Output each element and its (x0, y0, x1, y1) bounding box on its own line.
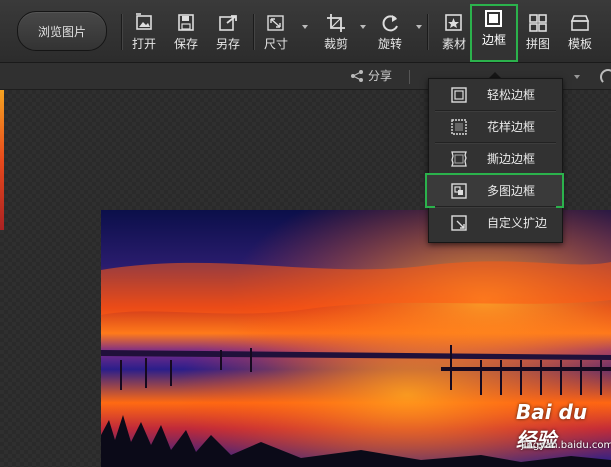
border-dropdown-menu: 轻松边框 花样边框 撕边边框 多图边框 自定义扩边 (425, 78, 564, 243)
tool-label: 模板 (567, 37, 592, 51)
menu-item-multi-photo-border[interactable]: 多图边框 (425, 173, 564, 208)
tool-label: 裁剪 (323, 37, 348, 51)
watermark-url: jingyan.baidu.com (521, 440, 611, 451)
subbar-dropdown-arrow[interactable] (574, 75, 580, 79)
pattern-border-icon (451, 118, 467, 135)
collage-button[interactable]: 拼图 (518, 10, 558, 56)
browse-images-button[interactable]: 浏览图片 (17, 11, 107, 51)
save-as-button[interactable]: 另存 (208, 10, 248, 56)
rotate-button[interactable]: 旋转 (370, 10, 410, 56)
crop-button[interactable]: 裁剪 (316, 10, 356, 56)
share-icon (351, 69, 363, 82)
adjacent-image-strip (0, 90, 4, 230)
menu-item-label: 花样边框 (487, 120, 536, 134)
redo-icon[interactable] (600, 69, 611, 85)
main-toolbar: 浏览图片 打开 保存 另存 尺寸 裁剪 旋转 素材 边框 拼图 模板 (0, 0, 611, 63)
toolbar-divider (121, 14, 123, 50)
simple-border-icon (451, 86, 467, 103)
save-button[interactable]: 保存 (166, 10, 206, 56)
border-button[interactable]: 边框 (470, 4, 518, 62)
tool-label: 旋转 (377, 37, 402, 51)
border-icon (485, 10, 502, 27)
menu-item-label: 轻松边框 (487, 88, 536, 102)
resize-dropdown-arrow[interactable] (302, 25, 308, 29)
torn-border-icon (451, 150, 467, 167)
menu-item-pattern-border[interactable]: 花样边框 (429, 111, 562, 142)
menu-item-label: 撕边边框 (487, 152, 536, 166)
tool-label: 尺寸 (263, 37, 288, 51)
resize-icon (267, 15, 284, 31)
menu-item-custom-extend[interactable]: 自定义扩边 (429, 207, 562, 238)
tool-label: 拼图 (525, 37, 550, 51)
custom-extend-icon (451, 214, 467, 231)
collage-icon (529, 14, 547, 32)
save-icon (178, 14, 194, 31)
toolbar-divider (427, 14, 429, 50)
crop-icon (327, 14, 345, 32)
share-label: 分享 (368, 69, 393, 83)
toolbar-divider (253, 14, 255, 50)
open-image-icon (136, 13, 152, 30)
share-button[interactable]: 分享 (350, 67, 392, 84)
tool-label: 素材 (441, 37, 466, 51)
material-button[interactable]: 素材 (434, 10, 474, 56)
resize-button[interactable]: 尺寸 (256, 10, 296, 56)
open-button[interactable]: 打开 (124, 10, 164, 56)
tool-label: 边框 (481, 33, 506, 47)
menu-item-simple-border[interactable]: 轻松边框 (429, 79, 562, 110)
tool-label: 打开 (131, 37, 156, 51)
menu-item-label: 多图边框 (487, 184, 536, 198)
subbar-divider (409, 70, 410, 84)
tool-label: 另存 (215, 37, 240, 51)
material-icon (445, 14, 462, 31)
crop-dropdown-arrow[interactable] (360, 25, 366, 29)
save-as-icon (219, 15, 237, 31)
menu-item-label: 自定义扩边 (487, 216, 548, 230)
menu-item-torn-border[interactable]: 撕边边框 (429, 143, 562, 174)
rotate-dropdown-arrow[interactable] (416, 25, 422, 29)
template-button[interactable]: 模板 (560, 10, 600, 56)
template-icon (570, 15, 590, 31)
tool-label: 保存 (173, 37, 198, 51)
multi-photo-border-icon (451, 182, 467, 199)
rotate-icon (382, 15, 398, 32)
